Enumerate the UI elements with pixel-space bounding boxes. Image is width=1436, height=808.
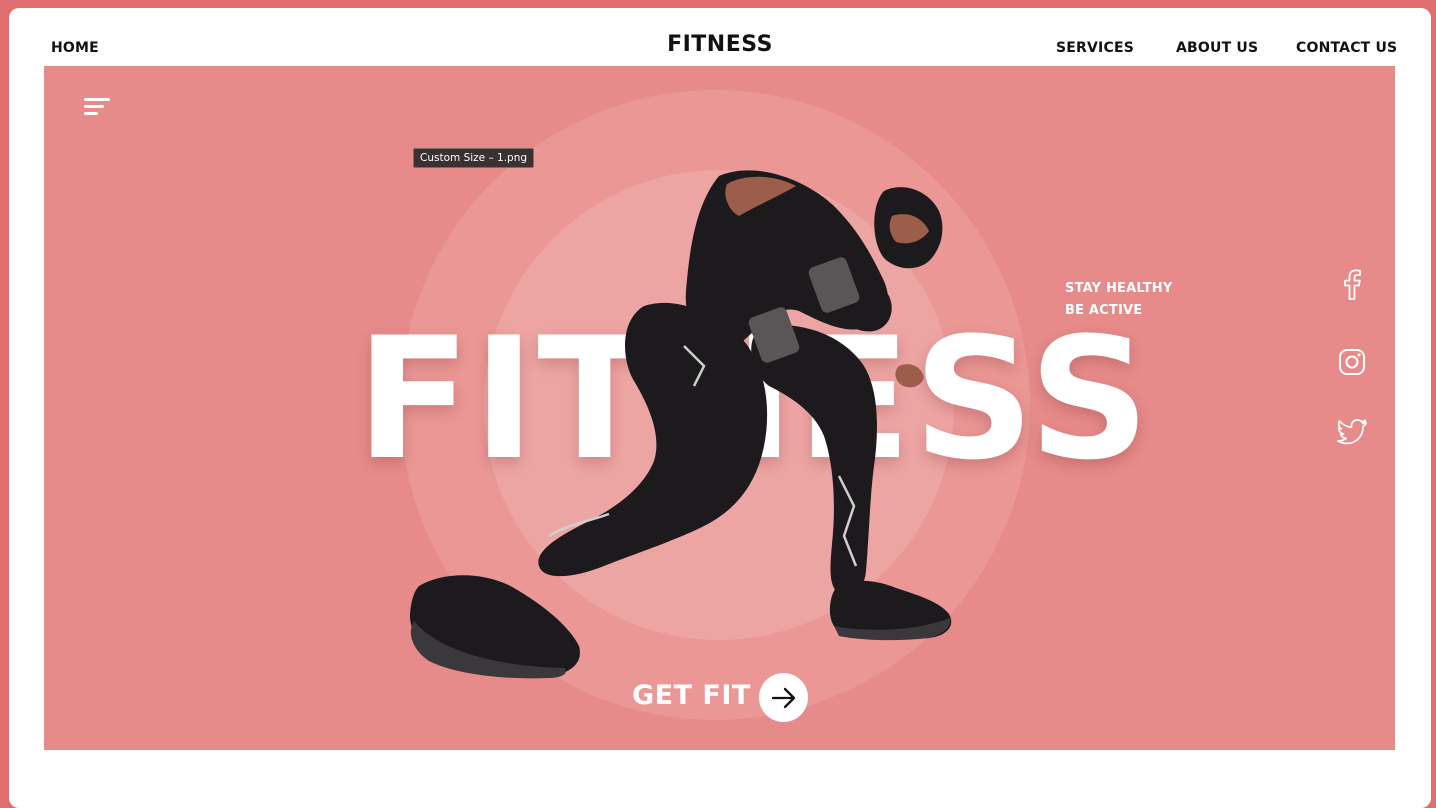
twitter-icon[interactable] xyxy=(1334,413,1370,449)
hero-tagline: STAY HEALTHY BE ACTIVE xyxy=(1065,278,1173,322)
facebook-icon[interactable] xyxy=(1334,266,1370,302)
tagline-line-1: STAY HEALTHY xyxy=(1065,281,1173,296)
get-fit-button[interactable] xyxy=(759,673,808,722)
nav-services-link[interactable]: SERVICES xyxy=(1056,40,1134,56)
get-fit-label[interactable]: GET FIT xyxy=(632,680,751,711)
hero-section: FITNESS xyxy=(44,66,1395,750)
file-name-tooltip: Custom Size – 1.png xyxy=(413,148,535,168)
nav-about-link[interactable]: ABOUT US xyxy=(1176,40,1258,56)
nav-home-link[interactable]: HOME xyxy=(51,40,99,56)
athlete-image xyxy=(409,170,952,679)
arrow-right-icon xyxy=(771,687,796,709)
landing-page: HOME FITNESS SERVICES ABOUT US CONTACT U… xyxy=(9,8,1431,808)
tagline-line-2: BE ACTIVE xyxy=(1065,303,1143,318)
instagram-icon[interactable] xyxy=(1334,344,1370,380)
nav-contact-link[interactable]: CONTACT US xyxy=(1296,40,1397,56)
